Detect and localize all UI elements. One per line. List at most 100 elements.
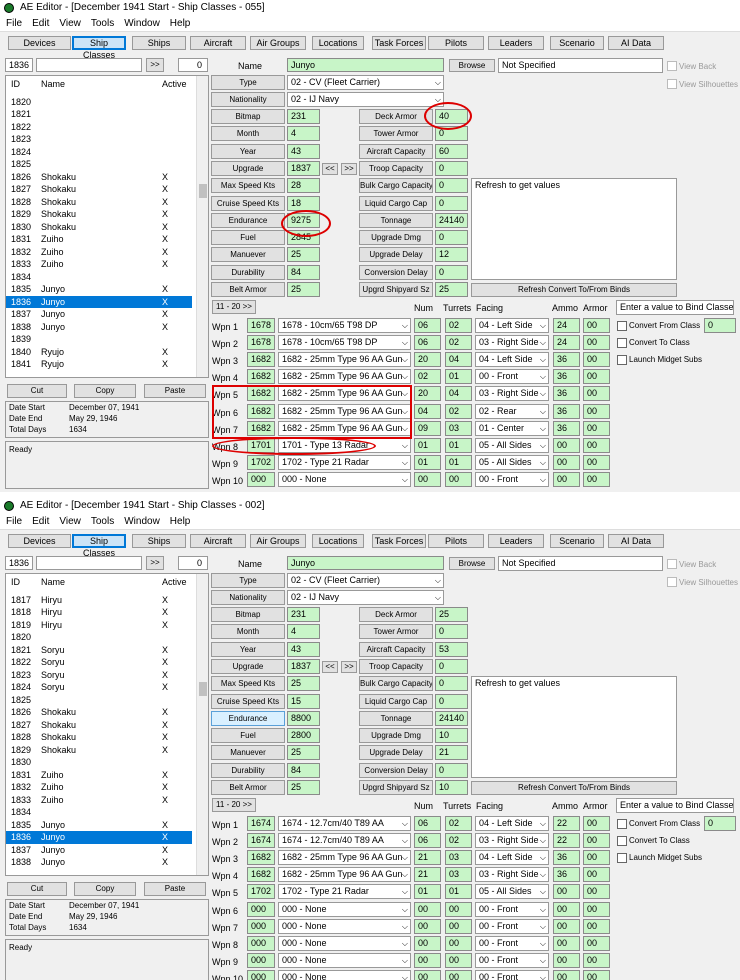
weapon-ammo-2[interactable]: 22 [553,833,580,849]
weapon-ammo-5[interactable]: 00 [553,884,580,900]
weapon-ammo-1[interactable]: 22 [553,816,580,831]
convert-to-checkbox[interactable] [617,836,627,846]
weapon-num-2[interactable]: 06 [414,335,441,351]
field-upgrade[interactable]: 1837 [287,160,320,176]
list-row-1830[interactable]: 1830 Shokaku X [6,221,192,234]
field-belt-armor[interactable]: 25 [287,282,320,297]
list-row-1825[interactable]: 1825 [6,158,192,171]
weapon-dropdown-10[interactable]: 000 - None ⌵ [278,471,411,487]
field-bulk-cargo-capacity[interactable]: 0 [435,676,468,692]
search-input[interactable] [36,556,142,570]
weapon-armor-3[interactable]: 00 [583,850,610,866]
field-fuel[interactable]: 2800 [287,728,320,744]
weapon-facing-3[interactable]: 04 - Left Side ⌵ [475,352,549,368]
weapon-page-button[interactable]: 11 - 20 >> [212,798,256,812]
field-max-speed-kts[interactable]: 25 [287,676,320,692]
weapon-ammo-3[interactable]: 36 [553,850,580,866]
weapon-facing-4[interactable]: 03 - Right Side ⌵ [475,867,549,883]
search-go-button[interactable]: >> [146,556,164,570]
weapon-turrets-10[interactable]: 00 [445,471,472,487]
list-scroll-thumb[interactable] [199,682,207,696]
weapon-turrets-6[interactable]: 02 [445,403,472,419]
list-row-1835[interactable]: 1835 Junyo X [6,283,192,296]
search-count-field[interactable]: 0 [178,58,208,72]
field-month[interactable]: 4 [287,126,320,142]
list-row-1821[interactable]: 1821 Soryu X [6,644,192,657]
tab-ship-classes[interactable]: Ship Classes [72,36,126,60]
weapon-num-1[interactable]: 06 [414,318,441,333]
weapon-dropdown-5[interactable]: 1702 - Type 21 Radar ⌵ [278,884,411,900]
weapon-ammo-9[interactable]: 00 [553,454,580,470]
weapon-dropdown-3[interactable]: 1682 - 25mm Type 96 AA Gun ⌵ [278,850,411,866]
field-belt-armor[interactable]: 25 [287,780,320,795]
upgrade-prev-button[interactable]: << [322,660,338,673]
weapon-turrets-10[interactable]: 00 [445,969,472,980]
menu-window[interactable]: Window [118,514,164,530]
field-upgrade-delay[interactable]: 21 [435,745,468,761]
weapon-num-9[interactable]: 01 [414,454,441,470]
field-conversion-delay[interactable]: 0 [435,762,468,778]
field-liquid-cargo-cap[interactable]: 0 [435,195,468,211]
weapon-armor-6[interactable]: 00 [583,403,610,419]
weapon-facing-10[interactable]: 00 - Front ⌵ [475,969,549,980]
list-row-1820[interactable]: 1820 [6,96,192,109]
menu-view[interactable]: View [53,514,85,530]
weapon-ammo-7[interactable]: 00 [553,918,580,934]
weapon-turrets-6[interactable]: 00 [445,901,472,917]
weapon-id-10[interactable]: 000 [247,969,275,980]
weapon-id-3[interactable]: 1682 [247,850,275,866]
weapon-ammo-4[interactable]: 36 [553,867,580,883]
weapon-facing-2[interactable]: 03 - Right Side ⌵ [475,335,549,351]
field-aircraft-capacity[interactable]: 60 [435,143,468,159]
field-bitmap[interactable]: 231 [287,607,320,622]
upgrade-next-button[interactable]: >> [341,660,357,673]
list-row-1830[interactable]: 1830 [6,756,192,769]
list-scroll-thumb[interactable] [199,184,207,198]
weapon-id-2[interactable]: 1678 [247,335,275,351]
field-upgrade-delay[interactable]: 12 [435,247,468,263]
list-row-1821[interactable]: 1821 [6,108,192,121]
weapon-turrets-8[interactable]: 00 [445,935,472,951]
list-row-1824[interactable]: 1824 [6,146,192,159]
launch-midget-checkbox[interactable] [617,853,627,863]
view-back-checkbox[interactable] [667,559,677,569]
weapon-turrets-4[interactable]: 03 [445,867,472,883]
weapon-num-4[interactable]: 21 [414,867,441,883]
field-conversion-delay[interactable]: 0 [435,264,468,280]
weapon-turrets-1[interactable]: 02 [445,318,472,333]
list-row-1826[interactable]: 1826 Shokaku X [6,706,192,719]
weapon-facing-7[interactable]: 01 - Center ⌵ [475,420,549,436]
weapon-dropdown-4[interactable]: 1682 - 25mm Type 96 AA Gun ⌵ [278,867,411,883]
ship-class-list[interactable]: ID Name Active 1817 Hiryu X 1818 Hiryu X 1819 Hiry… [5,573,209,876]
list-row-1829[interactable]: 1829 Shokaku X [6,208,192,221]
weapon-turrets-2[interactable]: 02 [445,833,472,849]
weapon-facing-6[interactable]: 02 - Rear ⌵ [475,403,549,419]
field-upgrade[interactable]: 1837 [287,658,320,674]
weapon-id-9[interactable]: 000 [247,952,275,968]
list-row-1833[interactable]: 1833 Zuiho X [6,258,192,271]
tab-leaders[interactable]: Leaders [488,36,544,50]
convert-from-checkbox[interactable] [617,819,627,829]
view-silhouettes-checkbox[interactable] [667,79,677,89]
weapon-turrets-3[interactable]: 03 [445,850,472,866]
weapon-facing-10[interactable]: 00 - Front ⌵ [475,471,549,487]
field-deck-armor[interactable]: 25 [435,607,468,622]
list-row-1841[interactable]: 1841 Ryujo X [6,358,192,371]
weapon-turrets-3[interactable]: 04 [445,352,472,368]
weapon-dropdown-10[interactable]: 000 - None ⌵ [278,969,411,980]
tab-pilots[interactable]: Pilots [428,534,484,548]
list-row-1822[interactable]: 1822 Soryu X [6,656,192,669]
list-row-1822[interactable]: 1822 [6,121,192,134]
weapon-facing-2[interactable]: 03 - Right Side ⌵ [475,833,549,849]
weapon-num-6[interactable]: 00 [414,901,441,917]
weapon-facing-9[interactable]: 05 - All Sides ⌵ [475,454,549,470]
tab-task-forces[interactable]: Task Forces [372,36,426,50]
field-upgrade-dmg[interactable]: 0 [435,230,468,246]
field-cruise-speed-kts[interactable]: 18 [287,195,320,211]
convert-from-checkbox[interactable] [617,321,627,331]
tab-ship-classes[interactable]: Ship Classes [72,534,126,558]
field-tower-armor[interactable]: 0 [435,624,468,640]
weapon-id-3[interactable]: 1682 [247,352,275,368]
weapon-num-8[interactable]: 01 [414,437,441,453]
list-row-1829[interactable]: 1829 Shokaku X [6,744,192,757]
